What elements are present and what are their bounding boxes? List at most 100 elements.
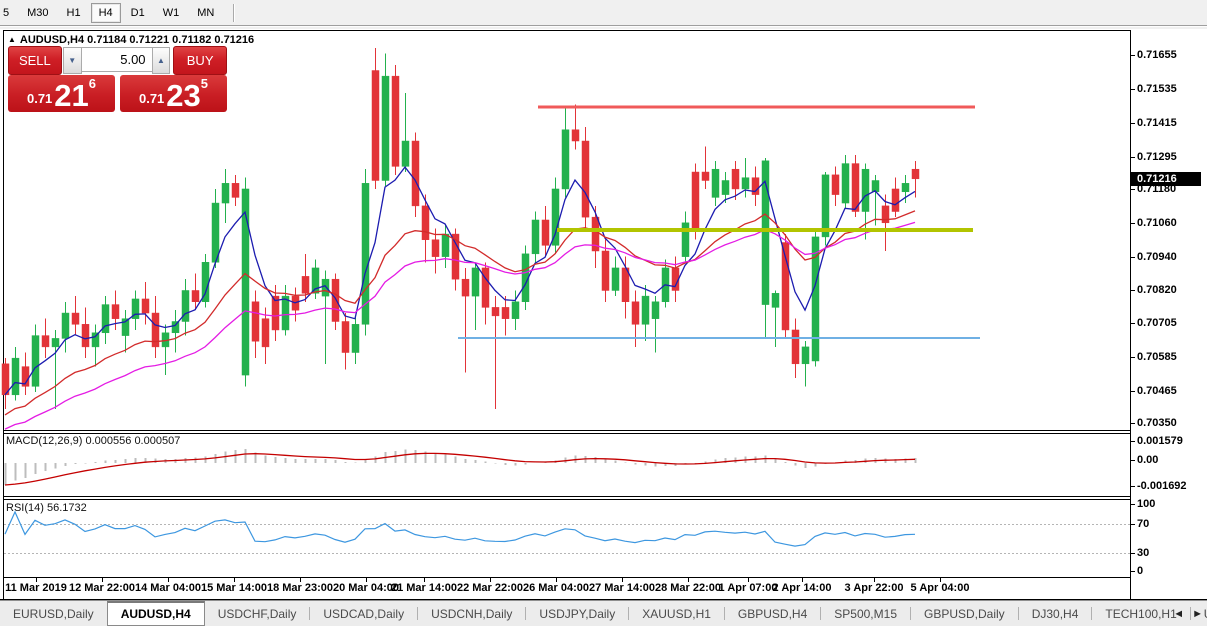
candle-down [191, 290, 200, 303]
rsi-value: 56.1732 [46, 502, 87, 514]
candle-down [391, 75, 400, 167]
candle-up [511, 301, 520, 319]
symbol-marker-icon: ▲ [8, 35, 16, 44]
price-axis-label: 0.70465 [1137, 385, 1177, 397]
candle-down [421, 205, 430, 240]
candle-up [821, 174, 830, 238]
timeframe-buttons: 5 M30 H1 H4 D1 W1 MN [0, 0, 236, 25]
candle-down [1, 363, 10, 396]
candle-down [851, 163, 860, 212]
price-axis-label: 0.70820 [1137, 284, 1177, 296]
timeframe-button-h1[interactable]: H1 [59, 3, 89, 23]
candle-down [341, 321, 350, 353]
tab-scroll-left-icon[interactable]: ◄ [1173, 608, 1184, 620]
tab-usdjpy-daily[interactable]: USDJPY,Daily [526, 601, 628, 626]
sell-price-prefix: 0.71 [26, 91, 53, 106]
candle-down [731, 168, 740, 190]
time-axis-label: 2 Apr 14:00 [772, 582, 832, 594]
candle-down [41, 335, 50, 348]
tab-sp500-m15[interactable]: SP500,M15 [821, 601, 910, 626]
tab-usdcad-daily[interactable]: USDCAD,Daily [310, 601, 417, 626]
candle-up [611, 267, 620, 291]
candle-down [271, 295, 280, 331]
tab-usdchf-daily[interactable]: USDCHF,Daily [205, 601, 310, 626]
candle-up [801, 346, 810, 365]
price-axis-label: 0.71295 [1137, 151, 1177, 163]
buy-price-tile[interactable]: 0.71 23 5 [120, 75, 227, 112]
candle-down [141, 298, 150, 314]
candle-up [441, 233, 450, 257]
one-click-trading-panel: SELL ▼ 5.00 ▲ BUY 0.71 21 6 0.71 23 5 [8, 46, 227, 112]
price-axis-label: 0.71415 [1137, 117, 1177, 129]
candle-up [321, 278, 330, 297]
chart-tab-bar: EURUSD,Daily AUDUSD,H4 USDCHF,Daily USDCAD,… [0, 600, 1207, 626]
time-axis-label: 22 Mar 22:00 [456, 582, 524, 594]
volume-increase-button[interactable]: ▲ [151, 47, 171, 74]
tab-dj30-h4[interactable]: DJ30,H4 [1019, 601, 1092, 626]
volume-decrease-button[interactable]: ▼ [62, 47, 82, 74]
buy-button[interactable]: BUY [173, 46, 227, 75]
tab-gbpusd-daily[interactable]: GBPUSD,Daily [911, 601, 1018, 626]
sell-button[interactable]: SELL [8, 46, 62, 75]
time-axis-label: 11 Mar 2019 [5, 582, 67, 594]
candle-up [641, 295, 650, 325]
candle-down [231, 183, 240, 198]
tab-usdcnh-daily[interactable]: USDCNH,Daily [418, 601, 525, 626]
candle-down [81, 324, 90, 348]
timeframe-button-m30[interactable]: M30 [19, 3, 56, 23]
macd-signal-line [4, 452, 916, 486]
time-axis-label: 14 Mar 04:00 [134, 582, 202, 594]
candle-down [331, 278, 340, 322]
tab-xauusd-h1[interactable]: XAUUSD,H1 [629, 601, 724, 626]
candle-up [471, 267, 480, 297]
buy-price-big: 23 [166, 78, 201, 113]
fast-ma-line [4, 166, 916, 396]
time-axis-label: 1 Apr 07:00 [718, 582, 778, 594]
tab-gbpusd-h4[interactable]: GBPUSD,H4 [725, 601, 820, 626]
time-axis-label: 15 Mar 14:00 [200, 582, 268, 594]
timeframe-button-d1[interactable]: D1 [123, 3, 153, 23]
price-axis-label: 0.71535 [1137, 83, 1177, 95]
toolbar-separator [233, 3, 236, 22]
volume-input[interactable]: 5.00 [81, 47, 152, 72]
timeframe-button-h4[interactable]: H4 [90, 2, 121, 23]
candle-down [251, 301, 260, 342]
time-axis-label: 26 Mar 04:00 [522, 582, 590, 594]
candle-down [791, 329, 800, 365]
tab-scroll-arrows: ◄ ► [1173, 601, 1203, 626]
candle-up [741, 177, 750, 190]
candle-up [901, 183, 910, 193]
candle-down [541, 219, 550, 246]
candle-down [571, 129, 580, 142]
mt4-terminal-window: { "toolbar": { "timeframes": ["5", "M30"… [0, 0, 1207, 626]
sell-price-tile[interactable]: 0.71 21 6 [8, 75, 115, 112]
candle-up [551, 188, 560, 246]
candle-down [431, 239, 440, 257]
timeframe-toolbar: 5 M30 H1 H4 D1 W1 MN [0, 0, 1207, 29]
time-axis-label: 27 Mar 14:00 [588, 582, 656, 594]
candle-down [301, 276, 310, 294]
macd-axis-label: 0.00 [1137, 454, 1159, 466]
candle-up [61, 312, 70, 339]
sell-price-pip: 6 [88, 76, 97, 91]
price-axis-label: 0.70350 [1137, 417, 1177, 429]
candle-up [871, 180, 880, 193]
sell-price-big: 21 [54, 78, 89, 113]
candle-up [771, 293, 780, 308]
candle-down [601, 250, 610, 291]
tab-eurusd-daily[interactable]: EURUSD,Daily [0, 601, 107, 626]
macd-value-1: 0.000556 [85, 435, 132, 447]
time-axis-label: 20 Mar 04:00 [332, 582, 400, 594]
macd-value-2: 0.000507 [134, 435, 181, 447]
candle-down [261, 318, 270, 348]
candle-up [681, 222, 690, 257]
timeframe-button-w1[interactable]: W1 [155, 3, 188, 23]
tab-scroll-right-icon[interactable]: ► [1192, 608, 1203, 620]
timeframe-button-5[interactable]: 5 [0, 3, 17, 23]
rsi-line [4, 510, 916, 547]
timeframe-button-mn[interactable]: MN [189, 3, 222, 23]
price-axis-label: 0.71060 [1137, 217, 1177, 229]
tab-audusd-h4[interactable]: AUDUSD,H4 [106, 601, 205, 626]
candle-up [171, 321, 180, 334]
macd-axis-label: 0.001579 [1137, 435, 1183, 447]
